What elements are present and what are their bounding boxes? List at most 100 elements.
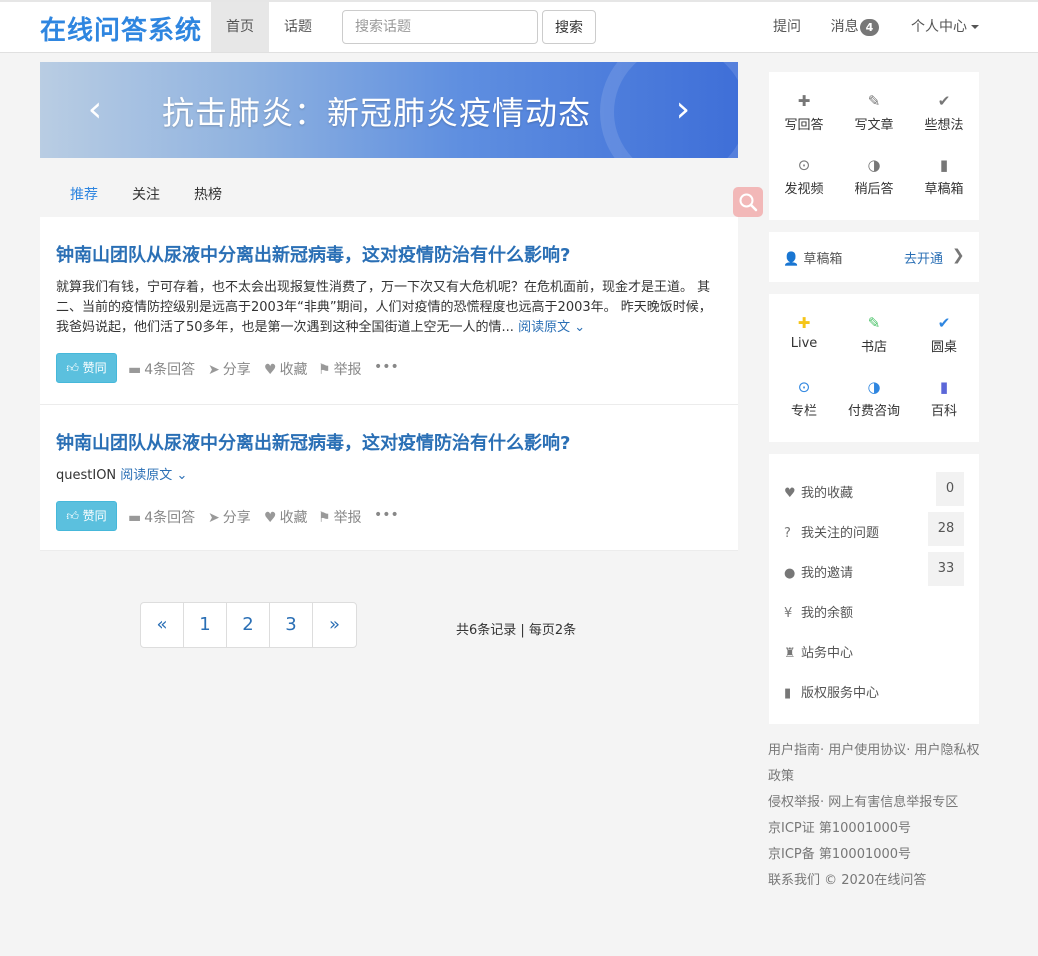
nav-ask[interactable]: 提问 xyxy=(765,2,809,52)
nav-profile-dropdown[interactable]: 个人中心 xyxy=(900,2,990,52)
question-title[interactable]: 钟南山团队从尿液中分离出新冠病毒，这对疫情防治有什么影响? xyxy=(56,429,570,455)
action-bar: 👍︎ 赞同 ▬ 4条回答 ➤ 分享 ♥ 收藏 ⚑ 举报 ••• xyxy=(56,353,716,383)
share-label: 分享 xyxy=(222,510,251,526)
post-video-button[interactable]: ⊙ 发视频 xyxy=(769,154,839,197)
tab-recommend[interactable]: 推荐 xyxy=(70,184,98,204)
nav-profile-label: 个人中心 xyxy=(911,19,967,35)
footer-contact[interactable]: 联系我们 © 2020在线问答 xyxy=(768,868,990,894)
search-input[interactable] xyxy=(342,10,538,44)
upvote-button[interactable]: 👍︎ 赞同 xyxy=(56,353,117,383)
service-label: Live xyxy=(790,336,818,351)
banner-carousel[interactable]: 抗击肺炎：新冠肺炎疫情动态 ‹ › xyxy=(40,62,738,158)
heart-icon: ♥ xyxy=(264,362,277,378)
report-button[interactable]: ⚑ 举报 xyxy=(318,507,362,527)
tool-label: 些想法 xyxy=(924,118,964,133)
question-title[interactable]: 钟南山团队从尿液中分离出新冠病毒，这对疫情防治有什么影响? xyxy=(56,241,570,267)
tool-label: 发视频 xyxy=(784,182,824,197)
drafts-text: 草稿箱 xyxy=(803,252,843,267)
yen-icon: ¥ xyxy=(784,606,793,621)
upvote-button[interactable]: 👍︎ 赞同 xyxy=(56,501,117,531)
user-icon: 👤 xyxy=(783,252,804,267)
footer-policy-links[interactable]: 用户指南· 用户使用协议· 用户隐私权政策 xyxy=(768,738,990,790)
footer-report-links[interactable]: 侵权举报· 网上有害信息举报专区 xyxy=(768,790,990,816)
nav-topics[interactable]: 话题 xyxy=(269,2,327,52)
question-card: 钟南山团队从尿液中分离出新冠病毒，这对疫情防治有什么影响? 就算我们有钱，宁可存… xyxy=(40,217,738,405)
action-bar: 👍︎ 赞同 ▬ 4条回答 ➤ 分享 ♥ 收藏 ⚑ 举报 ••• xyxy=(56,501,716,531)
read-more-link[interactable]: 阅读原文 ⌄ xyxy=(120,468,187,483)
service-label: 书店 xyxy=(860,340,887,355)
message-count-badge: 4 xyxy=(859,18,880,36)
page-prev[interactable]: « xyxy=(141,603,184,647)
footer-icp-license: 京ICP证 第10001000号 xyxy=(768,821,912,836)
menu-site-center[interactable]: ♜ 站务中心 xyxy=(784,642,853,661)
menu-followed-questions[interactable]: ? 我关注的问题 xyxy=(784,522,879,541)
stamp-icon: ♜ xyxy=(784,646,796,661)
chevron-down-icon: ⌄ xyxy=(172,468,188,483)
tab-follow[interactable]: 关注 xyxy=(132,184,160,204)
share-button[interactable]: ➤ 分享 xyxy=(208,359,251,379)
search-icon[interactable] xyxy=(733,187,763,217)
write-article-button[interactable]: ✎ 写文章 xyxy=(839,90,909,133)
report-label: 举报 xyxy=(333,362,362,378)
menu-label: 我的收藏 xyxy=(801,486,854,501)
half-circle-icon: ◑ xyxy=(867,378,881,396)
page-next[interactable]: » xyxy=(313,603,356,647)
file-icon: ▮ xyxy=(939,156,949,174)
menu-copyright-center[interactable]: ▮ 版权服务中心 xyxy=(784,682,879,701)
play-circle-icon: ⊙ xyxy=(797,378,811,396)
drafts-button[interactable]: ▮ 草稿箱 xyxy=(909,154,979,197)
footer-links: 用户指南· 用户使用协议· 用户隐私权政策 侵权举报· 网上有害信息举报专区 京… xyxy=(768,738,990,894)
pencil-icon: ✎ xyxy=(867,92,881,110)
page-3[interactable]: 3 xyxy=(270,603,313,647)
tool-label: 草稿箱 xyxy=(924,182,964,197)
write-answer-button[interactable]: ✚ 写回答 xyxy=(769,90,839,133)
question-card: 钟南山团队从尿液中分离出新冠病毒，这对疫情防治有什么影响? questION 阅… xyxy=(40,405,738,551)
service-column[interactable]: ⊙ 专栏 xyxy=(769,376,839,419)
report-button[interactable]: ⚑ 举报 xyxy=(318,359,362,379)
read-more-link[interactable]: 阅读原文 ⌄ xyxy=(518,320,585,335)
services-panel: ✚ Live ✎ 书店 ✔ 圆桌 ⊙ 专栏 ◑ 付费咨询 ▮ 百科 xyxy=(769,294,979,442)
more-button[interactable]: ••• xyxy=(374,359,399,375)
service-live[interactable]: ✚ Live xyxy=(769,312,839,351)
share-label: 分享 xyxy=(222,362,251,378)
chevron-right-icon[interactable]: › xyxy=(668,92,698,128)
more-button[interactable]: ••• xyxy=(374,507,399,523)
nav-home[interactable]: 首页 xyxy=(211,2,269,52)
answers-link[interactable]: ▬ 4条回答 xyxy=(128,507,195,527)
service-label: 百科 xyxy=(930,404,957,419)
page-2[interactable]: 2 xyxy=(227,603,270,647)
brand-logo[interactable]: 在线问答系统 xyxy=(40,10,202,47)
answers-label: 4条回答 xyxy=(144,510,196,526)
chevron-right-icon[interactable]: ❯ xyxy=(952,246,965,264)
menu-favorites[interactable]: ♥ 我的收藏 xyxy=(784,482,853,501)
favorite-button[interactable]: ♥ 收藏 xyxy=(264,507,308,527)
favorite-button[interactable]: ♥ 收藏 xyxy=(264,359,308,379)
tab-hot[interactable]: 热榜 xyxy=(194,184,222,204)
chevron-left-icon[interactable]: ‹ xyxy=(80,92,110,128)
write-idea-button[interactable]: ✔ 些想法 xyxy=(909,90,979,133)
excerpt-text: 就算我们有钱，宁可存着，也不太会出现报复性消费了，万一下次又有大危机呢？在危机面… xyxy=(56,280,712,335)
service-roundtable[interactable]: ✔ 圆桌 xyxy=(909,312,979,355)
menu-invitations[interactable]: ● 我的邀请 xyxy=(784,562,853,581)
share-button[interactable]: ➤ 分享 xyxy=(208,507,251,527)
pencil-icon: ✎ xyxy=(867,314,881,332)
service-bookstore[interactable]: ✎ 书店 xyxy=(839,312,909,355)
play-circle-icon: ⊙ xyxy=(797,156,811,174)
activate-link[interactable]: 去开通 xyxy=(904,248,943,267)
answers-link[interactable]: ▬ 4条回答 xyxy=(128,359,195,379)
chevron-down-icon: ⌄ xyxy=(570,320,586,335)
page-1[interactable]: 1 xyxy=(184,603,227,647)
answer-later-button[interactable]: ◑ 稍后答 xyxy=(839,154,909,197)
flag-icon: ⚑ xyxy=(318,362,331,378)
question-excerpt: 就算我们有钱，宁可存着，也不太会出现报复性消费了，万一下次又有大危机呢？在危机面… xyxy=(56,278,722,338)
footer-icp-record: 京ICP备 第10001000号 xyxy=(768,847,912,862)
search-button[interactable]: 搜索 xyxy=(542,10,596,44)
nav-messages-label: 消息 xyxy=(830,19,859,35)
creation-tools: ✚ 写回答 ✎ 写文章 ✔ 些想法 ⊙ 发视频 ◑ 稍后答 ▮ 草稿箱 xyxy=(769,72,979,220)
service-wiki[interactable]: ▮ 百科 xyxy=(909,376,979,419)
menu-balance[interactable]: ¥ 我的余额 xyxy=(784,602,853,621)
service-paid-consult[interactable]: ◑ 付费咨询 xyxy=(839,376,909,419)
nav-messages[interactable]: 消息 4 xyxy=(823,2,887,52)
heart-icon: ♥ xyxy=(264,510,277,526)
feed-tabs: 推荐 关注 热榜 xyxy=(40,172,738,216)
